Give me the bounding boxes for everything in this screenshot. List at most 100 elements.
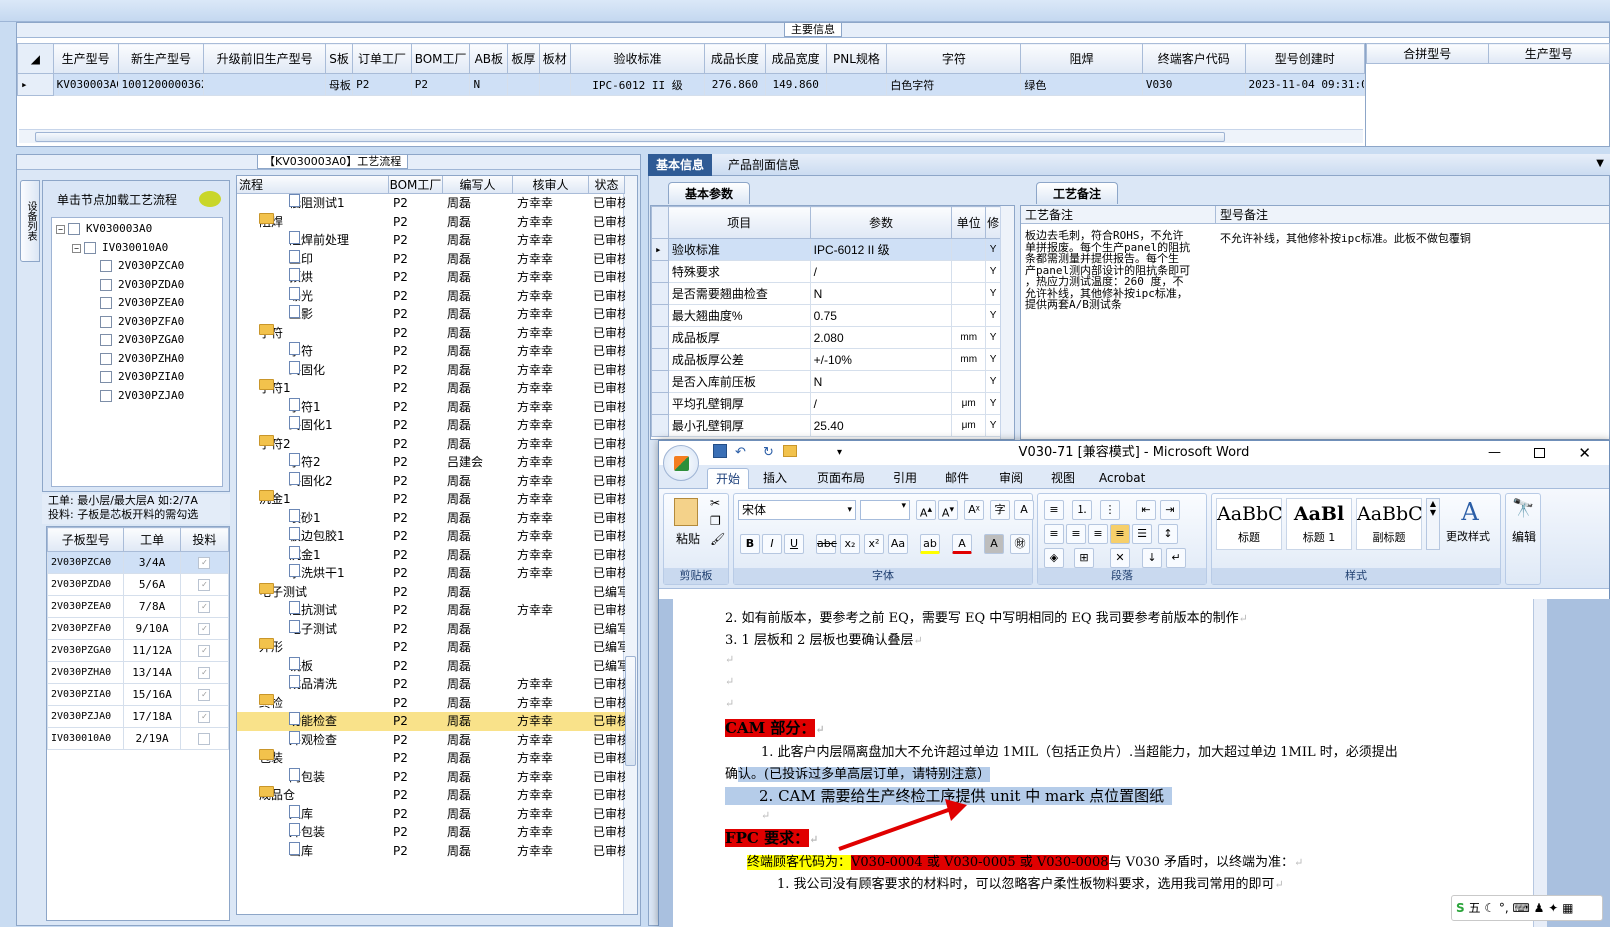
scroll-thumb[interactable] [35,132,1225,142]
checkbox[interactable]: ✓ [198,623,211,635]
main-hscroll[interactable] [19,129,1363,143]
highlight-icon[interactable]: ab [920,534,940,554]
ribbon-tab[interactable]: 审阅 [991,468,1031,489]
borders-icon[interactable]: ⊞ [1074,548,1094,568]
col-header[interactable]: BOM工厂 [389,176,443,194]
table-row[interactable]: 内包装 P2 周磊 方幸幸 已审核 [237,767,625,787]
open-icon[interactable] [783,445,797,457]
checkbox[interactable]: ✓ [198,689,211,701]
col-header[interactable]: 新生产型号 [117,43,205,74]
italic-icon[interactable]: I [762,534,782,554]
edit-button[interactable]: 编辑 [1512,528,1536,545]
table-row[interactable]: 预烘 P2 周磊 方幸幸 已审核 [237,268,625,287]
underline-icon[interactable]: U [784,534,804,554]
tree-node[interactable]: 2V030PZIA0 [88,368,184,386]
col-header[interactable]: 编写人 [443,176,513,194]
col-header[interactable]: S板 [324,43,354,74]
numbering-icon[interactable]: ⒈ [1072,500,1092,520]
checkbox[interactable] [100,371,112,383]
col-header[interactable]: PNL规格 [825,43,888,74]
scroll-thumb[interactable] [625,656,636,766]
tree-node[interactable]: 2V030PZGA0 [88,331,184,349]
redo-icon[interactable]: ↻ [763,441,774,465]
col-header[interactable]: 修 [985,206,1001,239]
grow-font-icon[interactable]: A▴ [916,500,936,520]
bold-icon[interactable]: B [740,534,760,554]
ribbon-tab[interactable]: Acrobat [1091,468,1153,489]
col-header[interactable]: 板材 [538,43,572,74]
checkbox[interactable]: ✓ [198,557,211,569]
tree-node[interactable]: 2V030PZFA0 [88,313,184,331]
table-row[interactable]: 2V030PZHA0 13/14A ✓ [46,661,230,684]
device-list-tab[interactable]: 设备列表 [20,180,40,262]
col-header[interactable]: 项目 [667,206,811,239]
ime-status-bar[interactable]: S 五 ☾ °, ⌨ ♟ ✦ ▦ [1451,895,1603,921]
ribbon-tab[interactable]: 页面布局 [809,468,873,489]
quick-save-icon[interactable] [713,444,727,458]
table-row[interactable]: 丝印 P2 周磊 方幸幸 已审核 [237,249,625,269]
table-row[interactable]: 外包装 P2 周磊 方幸幸 已审核 [237,823,625,842]
table-row[interactable]: 阻焊前处理 P2 周磊 方幸幸 已审核 [237,231,625,250]
chinese-layout-icon[interactable]: ✕ [1110,548,1130,568]
table-row[interactable]: 沉金1 P2 周磊 方幸幸 已审核 [237,490,625,509]
table-row[interactable]: 2V030PZFA0 9/10A ✓ [46,617,230,640]
table-row[interactable]: 阻抗测试 P2 周磊 方幸幸 已审核 [237,601,625,620]
table-row[interactable]: 最大翘曲度% 0.75 Y [651,304,1001,327]
copy-icon[interactable]: ❐ [710,514,721,528]
table-row[interactable]: 字符2 P2 吕建会 方幸幸 已审核 [237,453,625,472]
col-header[interactable]: 升级前旧生产型号 [203,43,326,74]
table-row[interactable]: 平均孔壁铜厚 / μm Y [651,392,1001,415]
ribbon-tab[interactable]: 邮件 [937,468,977,489]
align-right-icon[interactable]: ≡ [1088,524,1108,544]
table-row[interactable]: 字符 P2 周磊 方幸幸 已审核 [237,323,625,343]
checkbox[interactable] [100,352,112,365]
tree-node[interactable]: 2V030PZHA0 [88,350,184,368]
change-style-button[interactable]: 更改样式 [1446,528,1490,544]
table-row[interactable]: 2V030PZEA0 7/8A ✓ [46,595,230,618]
checkbox[interactable] [100,260,112,272]
ribbon-tab[interactable]: 插入 [755,468,795,489]
align-center-icon[interactable]: ≡ [1066,524,1086,544]
table-row[interactable]: 入库 P2 周磊 方幸幸 已审核 [237,804,625,824]
checkbox[interactable]: ✓ [198,645,211,657]
table-row[interactable]: 铣板 P2 周磊 已编写 [237,656,625,676]
col-header[interactable]: 成品宽度 [764,43,827,74]
table-row[interactable]: 2V030PZGA0 11/12A ✓ [46,639,230,662]
table-row[interactable]: 水洗烘干1 P2 周磊 方幸幸 已审核 [237,564,625,583]
table-row[interactable]: 成品板厚 2.080 mm Y [651,326,1001,349]
justify-icon[interactable]: ≡ [1110,524,1130,544]
table-row[interactable]: 喷砂1 P2 周磊 方幸幸 已审核 [237,508,625,528]
font-color-icon[interactable]: A [952,534,972,554]
table-row[interactable]: 显影 P2 周磊 方幸幸 已审核 [237,305,625,324]
style-heading-1[interactable]: AaBl 标题 1 [1286,498,1352,550]
document-page[interactable]: 2. 如有前版本，要参考之前 EQ，需要写 EQ 中写明相同的 EQ 我司要参考… [673,599,1533,927]
col-header[interactable]: 验收标准 [569,43,706,74]
collapse-icon[interactable]: − [56,225,65,234]
model-remark-text[interactable]: 不允许补线，其他修补按ipc标准。此板不做包覆铜 [1220,230,1471,246]
col-header[interactable]: 工单 [123,527,181,552]
table-row[interactable]: 外形 P2 周磊 已编写 [237,638,625,657]
col-header[interactable]: 投料 [179,527,230,552]
table-row[interactable]: 最小孔壁铜厚 25.40 μm Y [651,414,1001,437]
checkbox[interactable]: ✓ [198,711,211,723]
checkbox[interactable] [68,223,80,235]
checkbox[interactable] [100,334,112,346]
increase-indent-icon[interactable]: ⇥ [1160,500,1180,520]
col-header[interactable]: 板厚 [507,43,540,74]
table-row[interactable]: 沉金1 P2 周磊 方幸幸 已审核 [237,545,625,565]
cut-icon[interactable]: ✂ [710,496,720,510]
tab-profile-info[interactable]: 产品剖面信息 [720,154,808,176]
table-row[interactable]: 终固化 P2 周磊 方幸幸 已审核 [237,360,625,380]
enclose-char-icon[interactable]: ㊖ [1010,534,1030,554]
table-row[interactable]: 是否需要翘曲检查 N Y [651,282,1001,305]
side-col-0[interactable]: 合拼型号 [1366,43,1489,64]
font-name-box[interactable]: 宋体 ▾ [738,500,856,520]
subscript-icon[interactable]: x₂ [840,534,860,554]
table-row[interactable]: ▸ 验收标准 IPC-6012 II 级 Y [651,238,1001,261]
checkbox[interactable] [198,733,211,745]
tree-node[interactable]: 2V030PZJA0 [88,387,184,405]
style-heading[interactable]: AaBbC 标题 [1216,498,1283,550]
col-header[interactable]: 阻焊 [1020,43,1143,74]
table-row[interactable]: 成品板厚公差 +/-10% mm Y [651,348,1001,371]
table-row[interactable]: 字符1 P2 周磊 方幸幸 已审核 [237,379,625,398]
